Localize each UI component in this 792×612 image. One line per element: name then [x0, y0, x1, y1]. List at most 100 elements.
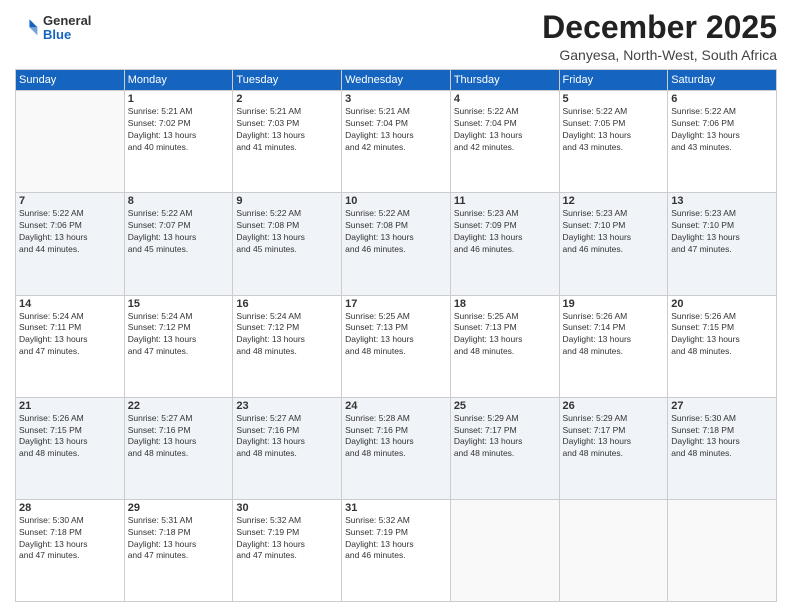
- table-row: 10Sunrise: 5:22 AMSunset: 7:08 PMDayligh…: [342, 193, 451, 295]
- title-block: December 2025 Ganyesa, North-West, South…: [542, 10, 777, 63]
- table-row: 22Sunrise: 5:27 AMSunset: 7:16 PMDayligh…: [124, 397, 233, 499]
- day-number: 19: [563, 298, 665, 310]
- day-info: Sunrise: 5:27 AMSunset: 7:16 PMDaylight:…: [236, 413, 338, 461]
- logo-general: General: [43, 14, 91, 28]
- day-info: Sunrise: 5:24 AMSunset: 7:11 PMDaylight:…: [19, 311, 121, 359]
- table-row: 12Sunrise: 5:23 AMSunset: 7:10 PMDayligh…: [559, 193, 668, 295]
- table-row: [559, 499, 668, 601]
- logo-blue: Blue: [43, 28, 91, 42]
- day-number: 15: [128, 298, 230, 310]
- day-number: 1: [128, 93, 230, 105]
- calendar-week-row: 28Sunrise: 5:30 AMSunset: 7:18 PMDayligh…: [16, 499, 777, 601]
- table-row: 2Sunrise: 5:21 AMSunset: 7:03 PMDaylight…: [233, 91, 342, 193]
- title-month: December 2025: [542, 10, 777, 45]
- day-info: Sunrise: 5:24 AMSunset: 7:12 PMDaylight:…: [236, 311, 338, 359]
- table-row: 17Sunrise: 5:25 AMSunset: 7:13 PMDayligh…: [342, 295, 451, 397]
- table-row: 14Sunrise: 5:24 AMSunset: 7:11 PMDayligh…: [16, 295, 125, 397]
- header-thursday: Thursday: [450, 70, 559, 91]
- day-info: Sunrise: 5:21 AMSunset: 7:03 PMDaylight:…: [236, 106, 338, 154]
- day-info: Sunrise: 5:23 AMSunset: 7:10 PMDaylight:…: [563, 208, 665, 256]
- day-info: Sunrise: 5:32 AMSunset: 7:19 PMDaylight:…: [345, 515, 447, 563]
- logo-icon: [15, 16, 39, 40]
- table-row: [16, 91, 125, 193]
- day-info: Sunrise: 5:26 AMSunset: 7:14 PMDaylight:…: [563, 311, 665, 359]
- day-info: Sunrise: 5:25 AMSunset: 7:13 PMDaylight:…: [454, 311, 556, 359]
- day-info: Sunrise: 5:22 AMSunset: 7:08 PMDaylight:…: [345, 208, 447, 256]
- table-row: 23Sunrise: 5:27 AMSunset: 7:16 PMDayligh…: [233, 397, 342, 499]
- table-row: 9Sunrise: 5:22 AMSunset: 7:08 PMDaylight…: [233, 193, 342, 295]
- day-info: Sunrise: 5:21 AMSunset: 7:02 PMDaylight:…: [128, 106, 230, 154]
- day-info: Sunrise: 5:29 AMSunset: 7:17 PMDaylight:…: [454, 413, 556, 461]
- table-row: 28Sunrise: 5:30 AMSunset: 7:18 PMDayligh…: [16, 499, 125, 601]
- day-number: 18: [454, 298, 556, 310]
- day-info: Sunrise: 5:22 AMSunset: 7:05 PMDaylight:…: [563, 106, 665, 154]
- logo-text: General Blue: [43, 14, 91, 43]
- day-number: 28: [19, 502, 121, 514]
- day-info: Sunrise: 5:31 AMSunset: 7:18 PMDaylight:…: [128, 515, 230, 563]
- table-row: 30Sunrise: 5:32 AMSunset: 7:19 PMDayligh…: [233, 499, 342, 601]
- day-number: 8: [128, 195, 230, 207]
- table-row: 13Sunrise: 5:23 AMSunset: 7:10 PMDayligh…: [668, 193, 777, 295]
- day-info: Sunrise: 5:24 AMSunset: 7:12 PMDaylight:…: [128, 311, 230, 359]
- day-info: Sunrise: 5:22 AMSunset: 7:08 PMDaylight:…: [236, 208, 338, 256]
- header-sunday: Sunday: [16, 70, 125, 91]
- header: General Blue December 2025 Ganyesa, Nort…: [15, 10, 777, 63]
- table-row: 11Sunrise: 5:23 AMSunset: 7:09 PMDayligh…: [450, 193, 559, 295]
- day-number: 16: [236, 298, 338, 310]
- table-row: 5Sunrise: 5:22 AMSunset: 7:05 PMDaylight…: [559, 91, 668, 193]
- day-number: 29: [128, 502, 230, 514]
- day-info: Sunrise: 5:27 AMSunset: 7:16 PMDaylight:…: [128, 413, 230, 461]
- day-number: 17: [345, 298, 447, 310]
- day-number: 23: [236, 400, 338, 412]
- header-wednesday: Wednesday: [342, 70, 451, 91]
- day-number: 31: [345, 502, 447, 514]
- table-row: 24Sunrise: 5:28 AMSunset: 7:16 PMDayligh…: [342, 397, 451, 499]
- calendar-header-row: Sunday Monday Tuesday Wednesday Thursday…: [16, 70, 777, 91]
- table-row: 31Sunrise: 5:32 AMSunset: 7:19 PMDayligh…: [342, 499, 451, 601]
- title-location: Ganyesa, North-West, South Africa: [542, 47, 777, 63]
- day-number: 10: [345, 195, 447, 207]
- header-friday: Friday: [559, 70, 668, 91]
- day-info: Sunrise: 5:22 AMSunset: 7:07 PMDaylight:…: [128, 208, 230, 256]
- day-info: Sunrise: 5:22 AMSunset: 7:06 PMDaylight:…: [671, 106, 773, 154]
- day-number: 20: [671, 298, 773, 310]
- day-number: 21: [19, 400, 121, 412]
- day-number: 9: [236, 195, 338, 207]
- day-info: Sunrise: 5:28 AMSunset: 7:16 PMDaylight:…: [345, 413, 447, 461]
- table-row: 25Sunrise: 5:29 AMSunset: 7:17 PMDayligh…: [450, 397, 559, 499]
- day-number: 7: [19, 195, 121, 207]
- day-number: 13: [671, 195, 773, 207]
- day-number: 2: [236, 93, 338, 105]
- day-number: 11: [454, 195, 556, 207]
- calendar-week-row: 1Sunrise: 5:21 AMSunset: 7:02 PMDaylight…: [16, 91, 777, 193]
- table-row: 27Sunrise: 5:30 AMSunset: 7:18 PMDayligh…: [668, 397, 777, 499]
- header-saturday: Saturday: [668, 70, 777, 91]
- day-info: Sunrise: 5:22 AMSunset: 7:06 PMDaylight:…: [19, 208, 121, 256]
- table-row: 15Sunrise: 5:24 AMSunset: 7:12 PMDayligh…: [124, 295, 233, 397]
- table-row: 8Sunrise: 5:22 AMSunset: 7:07 PMDaylight…: [124, 193, 233, 295]
- day-info: Sunrise: 5:32 AMSunset: 7:19 PMDaylight:…: [236, 515, 338, 563]
- day-number: 12: [563, 195, 665, 207]
- table-row: 18Sunrise: 5:25 AMSunset: 7:13 PMDayligh…: [450, 295, 559, 397]
- table-row: 4Sunrise: 5:22 AMSunset: 7:04 PMDaylight…: [450, 91, 559, 193]
- header-tuesday: Tuesday: [233, 70, 342, 91]
- header-monday: Monday: [124, 70, 233, 91]
- day-info: Sunrise: 5:26 AMSunset: 7:15 PMDaylight:…: [19, 413, 121, 461]
- day-info: Sunrise: 5:21 AMSunset: 7:04 PMDaylight:…: [345, 106, 447, 154]
- day-number: 4: [454, 93, 556, 105]
- day-info: Sunrise: 5:26 AMSunset: 7:15 PMDaylight:…: [671, 311, 773, 359]
- table-row: 3Sunrise: 5:21 AMSunset: 7:04 PMDaylight…: [342, 91, 451, 193]
- day-number: 24: [345, 400, 447, 412]
- calendar-week-row: 21Sunrise: 5:26 AMSunset: 7:15 PMDayligh…: [16, 397, 777, 499]
- calendar-table: Sunday Monday Tuesday Wednesday Thursday…: [15, 69, 777, 602]
- table-row: [450, 499, 559, 601]
- table-row: 1Sunrise: 5:21 AMSunset: 7:02 PMDaylight…: [124, 91, 233, 193]
- day-number: 22: [128, 400, 230, 412]
- table-row: 20Sunrise: 5:26 AMSunset: 7:15 PMDayligh…: [668, 295, 777, 397]
- table-row: 29Sunrise: 5:31 AMSunset: 7:18 PMDayligh…: [124, 499, 233, 601]
- day-info: Sunrise: 5:23 AMSunset: 7:10 PMDaylight:…: [671, 208, 773, 256]
- table-row: 7Sunrise: 5:22 AMSunset: 7:06 PMDaylight…: [16, 193, 125, 295]
- table-row: 21Sunrise: 5:26 AMSunset: 7:15 PMDayligh…: [16, 397, 125, 499]
- page: General Blue December 2025 Ganyesa, Nort…: [0, 0, 792, 612]
- day-info: Sunrise: 5:22 AMSunset: 7:04 PMDaylight:…: [454, 106, 556, 154]
